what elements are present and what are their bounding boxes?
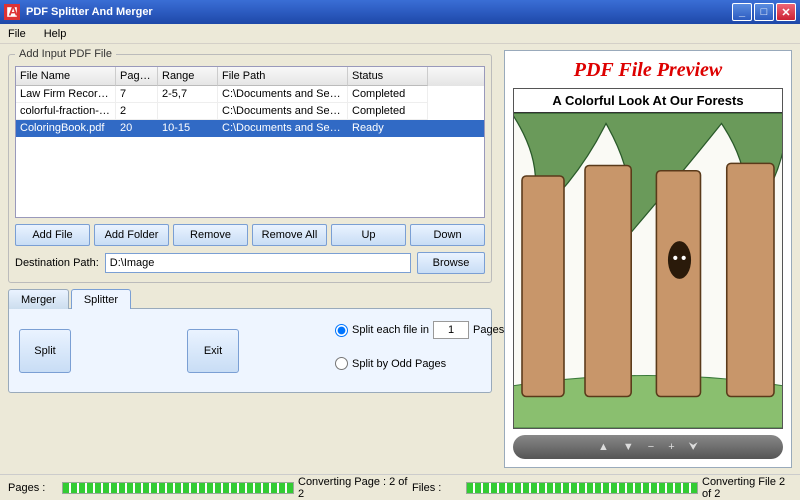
table-cell: 2 bbox=[116, 103, 158, 120]
table-cell: ColoringBook.pdf bbox=[16, 120, 116, 137]
preview-page[interactable]: A Colorful Look At Our Forests bbox=[513, 88, 783, 429]
pages-progress bbox=[62, 482, 294, 494]
move-down-button[interactable]: Down bbox=[410, 224, 485, 246]
exit-button[interactable]: Exit bbox=[187, 329, 239, 373]
preview-toolbar: ▲ ▼ − + ⮟ bbox=[513, 435, 783, 459]
groupbox-legend: Add Input PDF File bbox=[15, 48, 116, 60]
add-folder-button[interactable]: Add Folder bbox=[94, 224, 169, 246]
pv-zoom-out-icon[interactable]: − bbox=[648, 441, 654, 453]
menubar: File Help bbox=[0, 24, 800, 44]
table-cell: Law Firm Records Ret... bbox=[16, 86, 116, 103]
status-pages-label: Pages : bbox=[8, 482, 58, 494]
table-cell: 20 bbox=[116, 120, 158, 137]
table-cell: C:\Documents and Setti... bbox=[218, 120, 348, 137]
destination-label: Destination Path: bbox=[15, 257, 99, 269]
table-row[interactable]: ColoringBook.pdf2010-15C:\Documents and … bbox=[16, 120, 484, 137]
preview-illustration bbox=[514, 113, 782, 428]
pv-up-icon[interactable]: ▲ bbox=[598, 441, 609, 453]
table-empty-area[interactable] bbox=[16, 137, 484, 217]
table-cell: colorful-fraction-circle... bbox=[16, 103, 116, 120]
opt-split-odd[interactable]: Split by Odd Pages bbox=[335, 357, 504, 370]
col-pagecount[interactable]: Page Count bbox=[116, 67, 158, 86]
table-row[interactable]: Law Firm Records Ret...72-5,7C:\Document… bbox=[16, 86, 484, 103]
minimize-button[interactable]: _ bbox=[732, 3, 752, 21]
window-title: PDF Splitter And Merger bbox=[26, 6, 153, 18]
col-range[interactable]: Range bbox=[158, 67, 218, 86]
titlebar: A PDF Splitter And Merger _ □ ✕ bbox=[0, 0, 800, 24]
pv-acrobat-icon[interactable]: ⮟ bbox=[689, 441, 698, 454]
menu-help[interactable]: Help bbox=[44, 28, 67, 40]
radio-split-each[interactable] bbox=[335, 324, 348, 337]
split-button[interactable]: Split bbox=[19, 329, 71, 373]
table-cell: C:\Documents and Setti... bbox=[218, 86, 348, 103]
preview-page-title: A Colorful Look At Our Forests bbox=[514, 89, 782, 113]
opt-split-each[interactable]: Split each file in 1 Pages bbox=[335, 321, 504, 339]
tab-splitter[interactable]: Splitter bbox=[71, 289, 131, 309]
pv-down-icon[interactable]: ▼ bbox=[623, 441, 634, 453]
table-cell: 2-5,7 bbox=[158, 86, 218, 103]
file-table[interactable]: File Name Page Count Range File Path Sta… bbox=[15, 66, 485, 218]
app-icon: A bbox=[4, 4, 20, 20]
splitter-panel: Split each file in 1 Pages Split by Even… bbox=[8, 308, 492, 393]
preview-heading: PDF File Preview bbox=[513, 59, 783, 82]
add-input-groupbox: Add Input PDF File File Name Page Count … bbox=[8, 48, 492, 283]
table-cell bbox=[158, 103, 218, 120]
table-row[interactable]: colorful-fraction-circle...2 C:\Documents… bbox=[16, 103, 484, 120]
remove-all-button[interactable]: Remove All bbox=[252, 224, 327, 246]
table-cell: 10-15 bbox=[158, 120, 218, 137]
close-button[interactable]: ✕ bbox=[776, 3, 796, 21]
svg-text:A: A bbox=[8, 6, 18, 18]
browse-button[interactable]: Browse bbox=[417, 252, 485, 274]
table-cell: 7 bbox=[116, 86, 158, 103]
destination-input[interactable] bbox=[105, 253, 411, 273]
status-files-label: Files : bbox=[412, 482, 462, 494]
add-file-button[interactable]: Add File bbox=[15, 224, 90, 246]
files-progress bbox=[466, 482, 698, 494]
pages-spinner[interactable]: 1 bbox=[433, 321, 469, 339]
radio-split-odd[interactable] bbox=[335, 357, 348, 370]
preview-pane: PDF File Preview A Colorful Look At Our … bbox=[504, 50, 792, 468]
table-cell: C:\Documents and Setti... bbox=[218, 103, 348, 120]
table-cell: Completed bbox=[348, 103, 428, 120]
col-filepath[interactable]: File Path bbox=[218, 67, 348, 86]
pv-zoom-in-icon[interactable]: + bbox=[668, 441, 674, 453]
remove-button[interactable]: Remove bbox=[173, 224, 248, 246]
menu-file[interactable]: File bbox=[8, 28, 26, 40]
move-up-button[interactable]: Up bbox=[331, 224, 406, 246]
tab-merger[interactable]: Merger bbox=[8, 289, 69, 309]
table-header: File Name Page Count Range File Path Sta… bbox=[16, 67, 484, 86]
table-cell: Completed bbox=[348, 86, 428, 103]
col-filename[interactable]: File Name bbox=[16, 67, 116, 86]
col-status[interactable]: Status bbox=[348, 67, 428, 86]
table-cell: Ready bbox=[348, 120, 428, 137]
statusbar: Pages : Converting Page : 2 of 2 Files :… bbox=[0, 474, 800, 500]
maximize-button[interactable]: □ bbox=[754, 3, 774, 21]
